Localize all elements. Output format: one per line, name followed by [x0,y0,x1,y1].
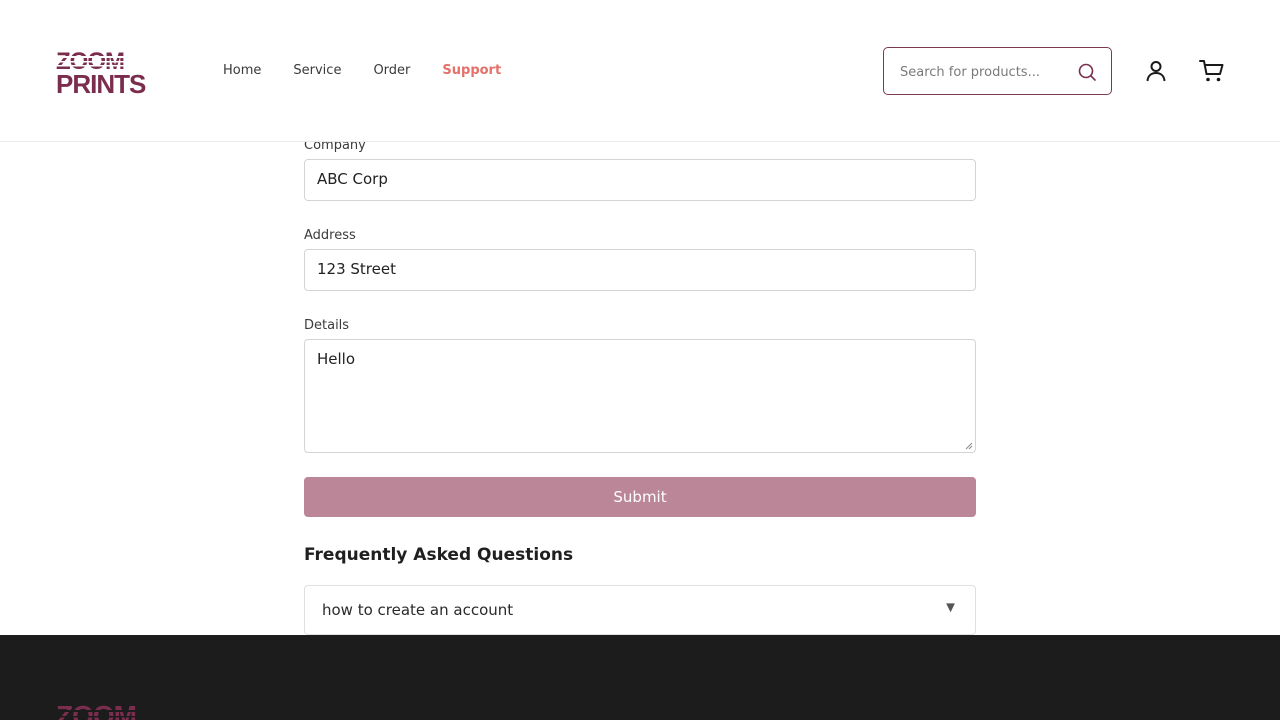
resize-handle-icon[interactable] [965,442,973,450]
details-label: Details [304,318,350,333]
faq-question: how to create an account [322,601,514,619]
nav-order[interactable]: Order [373,62,410,80]
triangle-down-icon[interactable]: ▼ [943,599,958,616]
nav-home[interactable]: Home [223,62,261,80]
main-nav: Home Service Order Support [223,62,533,80]
nav-service[interactable]: Service [293,62,341,80]
site-header: ZOOM PRINTS Home Service Order Support [0,0,1280,142]
address-field-wrap [304,249,976,291]
company-field[interactable] [317,170,957,188]
nav-support[interactable]: Support [442,62,501,80]
svg-text:PRINTS: PRINTS [56,69,146,96]
faq-item[interactable]: how to create an account ▼ [304,585,976,635]
submit-button[interactable]: Submit [304,477,976,517]
search-box [883,47,1112,95]
address-label: Address [304,228,356,243]
user-icon[interactable] [1144,59,1168,83]
faq-heading: Frequently Asked Questions [304,545,574,565]
search-icon[interactable] [1077,62,1097,82]
footer-logo[interactable]: ZOOM [56,697,180,720]
company-field-wrap [304,159,976,201]
details-field[interactable]: Hello [317,350,957,440]
details-field-wrap: Hello [304,339,976,453]
cart-icon[interactable] [1199,59,1225,83]
site-footer: ZOOM [0,635,1280,720]
address-field[interactable] [317,260,957,278]
search-input[interactable] [900,61,1070,83]
brand-logo[interactable]: ZOOM PRINTS [56,46,160,99]
